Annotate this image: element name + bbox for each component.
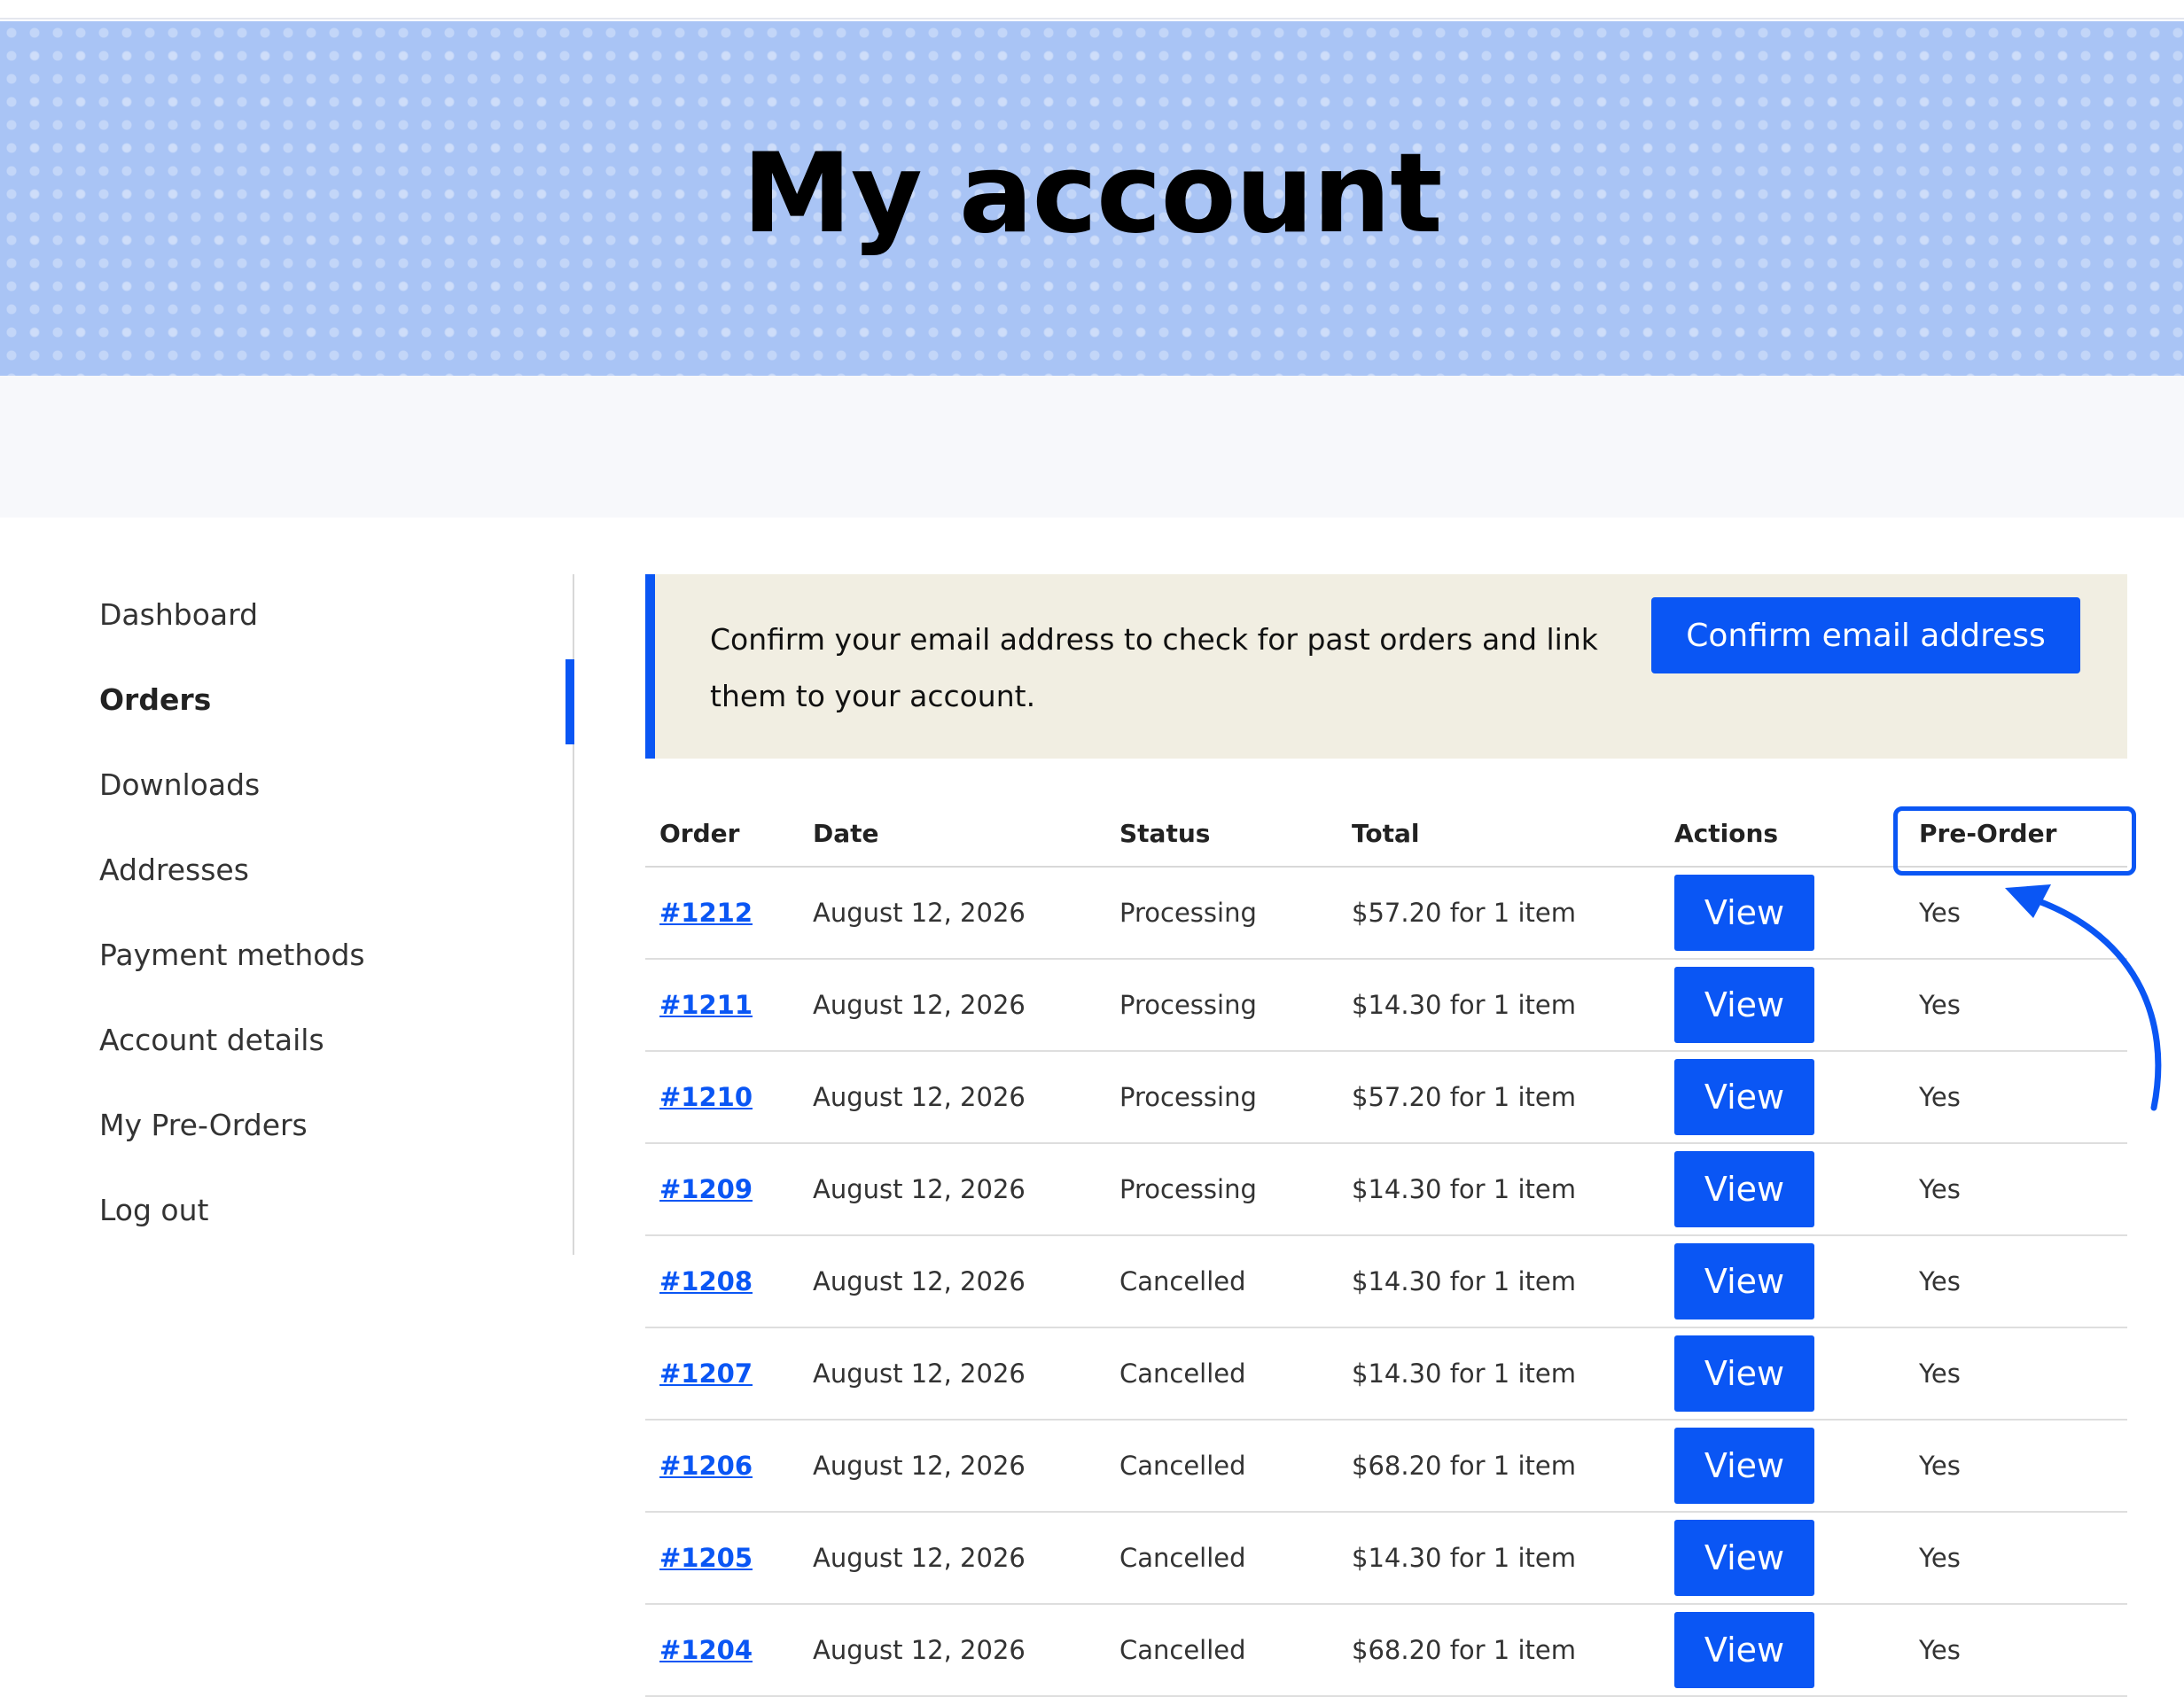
email-confirm-notice: Confirm your email address to check for … xyxy=(645,574,2127,759)
column-header-date: Date xyxy=(799,801,1105,868)
order-pre-order: Yes xyxy=(1905,1235,2127,1328)
order-number-link[interactable]: #1212 xyxy=(659,898,753,928)
order-date: August 12, 2026 xyxy=(799,1512,1105,1605)
order-status: Cancelled xyxy=(1105,1420,1338,1513)
table-row: #1208 August 12, 2026 Cancelled $14.30 f… xyxy=(645,1235,2127,1328)
confirm-email-button[interactable]: Confirm email address xyxy=(1651,597,2080,673)
order-total: $14.30 for 1 item xyxy=(1338,1235,1660,1328)
view-order-button[interactable]: View xyxy=(1674,1520,1814,1596)
order-date: August 12, 2026 xyxy=(799,1327,1105,1421)
orders-table: Order Date Status Total Actions Pre-Orde… xyxy=(645,801,2127,1697)
sidebar-item-account-details[interactable]: Account details xyxy=(99,1014,324,1067)
active-nav-indicator xyxy=(566,659,574,744)
view-order-button[interactable]: View xyxy=(1674,1335,1814,1412)
order-date: August 12, 2026 xyxy=(799,1051,1105,1144)
view-order-button[interactable]: View xyxy=(1674,967,1814,1043)
order-number-link[interactable]: #1209 xyxy=(659,1174,753,1204)
sidebar-item-my-pre-orders[interactable]: My Pre-Orders xyxy=(99,1099,308,1152)
view-order-button[interactable]: View xyxy=(1674,1612,1814,1688)
view-order-button[interactable]: View xyxy=(1674,875,1814,951)
column-header-order: Order xyxy=(645,801,799,868)
order-status: Cancelled xyxy=(1105,1512,1338,1605)
table-row: #1205 August 12, 2026 Cancelled $14.30 f… xyxy=(645,1512,2127,1605)
order-total: $68.20 for 1 item xyxy=(1338,1604,1660,1697)
order-total: $57.20 for 1 item xyxy=(1338,867,1660,960)
order-number-link[interactable]: #1207 xyxy=(659,1358,753,1389)
sidebar-item-orders[interactable]: Orders xyxy=(99,673,211,727)
view-order-button[interactable]: View xyxy=(1674,1059,1814,1135)
order-number-link[interactable]: #1204 xyxy=(659,1635,753,1665)
order-date: August 12, 2026 xyxy=(799,1604,1105,1697)
order-total: $14.30 for 1 item xyxy=(1338,1512,1660,1605)
order-date: August 12, 2026 xyxy=(799,1143,1105,1236)
order-status: Processing xyxy=(1105,1143,1338,1236)
order-pre-order: Yes xyxy=(1905,1143,2127,1236)
order-date: August 12, 2026 xyxy=(799,867,1105,960)
order-number-link[interactable]: #1208 xyxy=(659,1266,753,1296)
order-pre-order: Yes xyxy=(1905,1327,2127,1421)
page-title: My account xyxy=(742,130,1442,258)
sidebar-item-dashboard[interactable]: Dashboard xyxy=(99,588,258,642)
order-status: Processing xyxy=(1105,1051,1338,1144)
order-total: $14.30 for 1 item xyxy=(1338,959,1660,1052)
table-row: #1210 August 12, 2026 Processing $57.20 … xyxy=(645,1051,2127,1144)
table-row: #1206 August 12, 2026 Cancelled $68.20 f… xyxy=(645,1420,2127,1513)
view-order-button[interactable]: View xyxy=(1674,1428,1814,1504)
order-status: Cancelled xyxy=(1105,1604,1338,1697)
order-status: Processing xyxy=(1105,959,1338,1052)
sidebar-item-log-out[interactable]: Log out xyxy=(99,1184,208,1237)
order-status: Cancelled xyxy=(1105,1235,1338,1328)
hero-banner: My account xyxy=(0,21,2184,376)
order-pre-order: Yes xyxy=(1905,1604,2127,1697)
order-date: August 12, 2026 xyxy=(799,1420,1105,1513)
column-header-total: Total xyxy=(1338,801,1660,868)
sidebar-item-payment-methods[interactable]: Payment methods xyxy=(99,929,365,982)
order-date: August 12, 2026 xyxy=(799,959,1105,1052)
view-order-button[interactable]: View xyxy=(1674,1243,1814,1319)
annotation-arrow-icon xyxy=(2005,884,2162,1111)
order-total: $68.20 for 1 item xyxy=(1338,1420,1660,1513)
table-header-row: Order Date Status Total Actions Pre-Orde… xyxy=(645,801,2127,868)
table-row: #1207 August 12, 2026 Cancelled $14.30 f… xyxy=(645,1327,2127,1421)
table-row: #1212 August 12, 2026 Processing $57.20 … xyxy=(645,867,2127,960)
order-total: $14.30 for 1 item xyxy=(1338,1327,1660,1421)
order-pre-order: Yes xyxy=(1905,1420,2127,1513)
top-bar xyxy=(0,0,2184,19)
order-number-link[interactable]: #1206 xyxy=(659,1451,753,1481)
view-order-button[interactable]: View xyxy=(1674,1151,1814,1227)
table-row: #1209 August 12, 2026 Processing $14.30 … xyxy=(645,1143,2127,1236)
table-row: #1211 August 12, 2026 Processing $14.30 … xyxy=(645,959,2127,1052)
order-date: August 12, 2026 xyxy=(799,1235,1105,1328)
sidebar-item-downloads[interactable]: Downloads xyxy=(99,759,260,812)
table-row: #1204 August 12, 2026 Cancelled $68.20 f… xyxy=(645,1604,2127,1697)
notice-text: Confirm your email address to check for … xyxy=(710,622,1598,713)
column-header-actions: Actions xyxy=(1660,801,1905,868)
spacer-band xyxy=(0,376,2184,518)
order-status: Cancelled xyxy=(1105,1327,1338,1421)
order-total: $14.30 for 1 item xyxy=(1338,1143,1660,1236)
order-pre-order: Yes xyxy=(1905,1512,2127,1605)
sidebar-item-addresses[interactable]: Addresses xyxy=(99,844,249,897)
order-total: $57.20 for 1 item xyxy=(1338,1051,1660,1144)
order-number-link[interactable]: #1205 xyxy=(659,1543,753,1573)
order-number-link[interactable]: #1211 xyxy=(659,990,753,1020)
order-number-link[interactable]: #1210 xyxy=(659,1082,753,1112)
order-status: Processing xyxy=(1105,867,1338,960)
account-navigation: Dashboard Orders Downloads Addresses Pay… xyxy=(99,574,574,1255)
column-header-status: Status xyxy=(1105,801,1338,868)
column-header-pre-order: Pre-Order xyxy=(1905,801,2127,868)
